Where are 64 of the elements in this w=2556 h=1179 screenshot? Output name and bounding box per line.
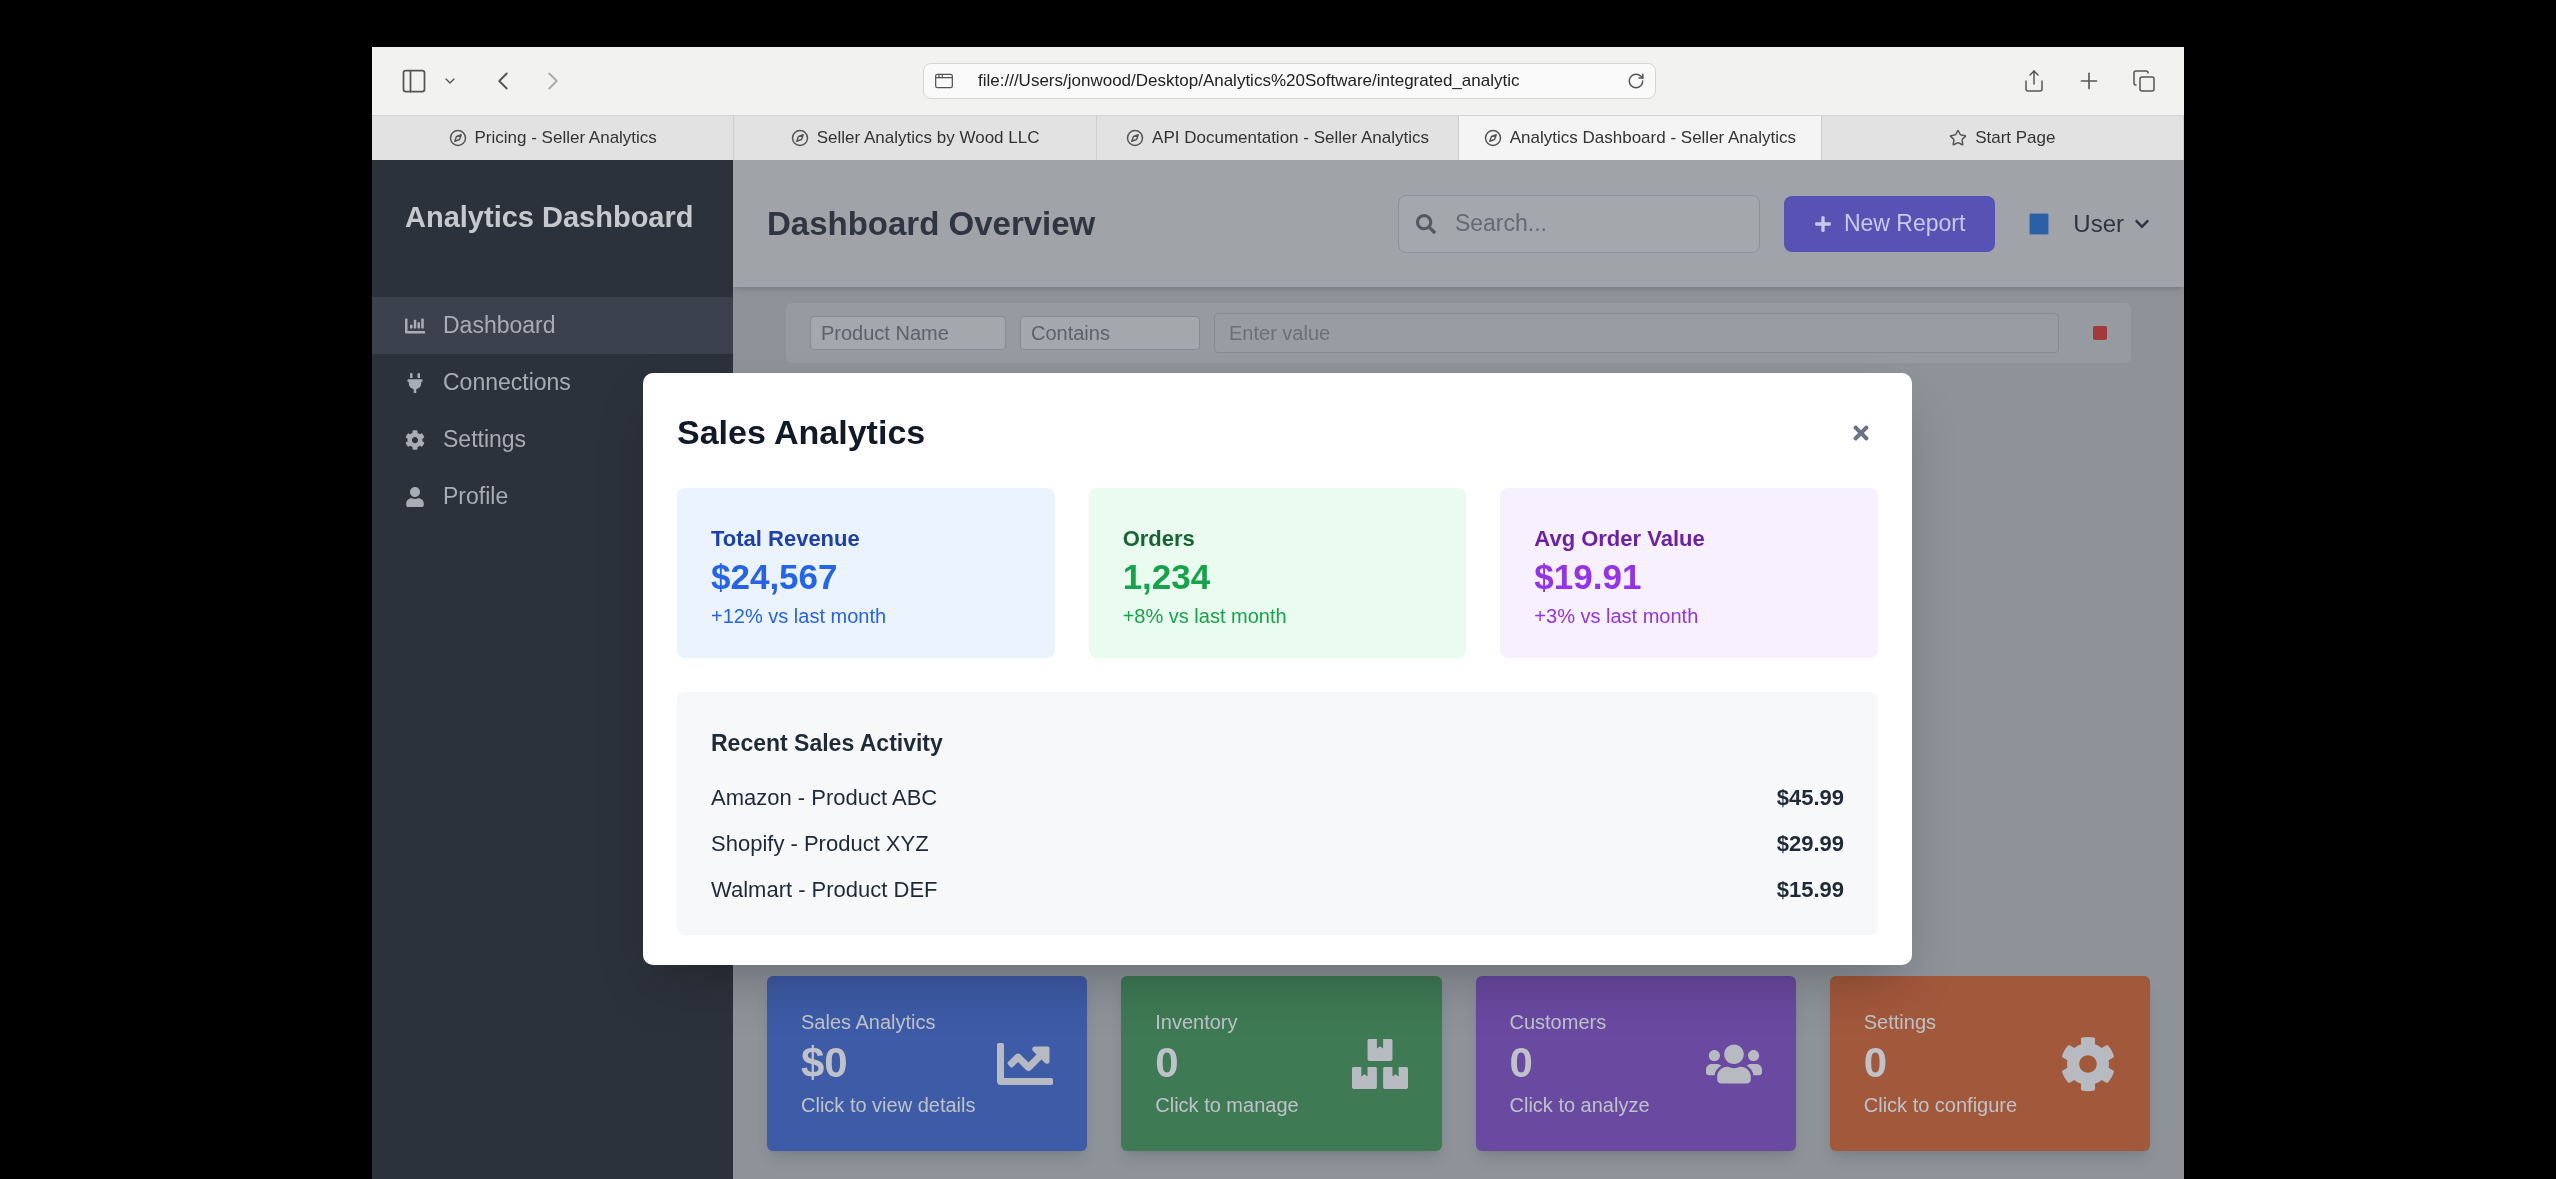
- search-field[interactable]: Search...: [1397, 194, 1760, 253]
- sale-name: Shopify - Product XYZ: [711, 830, 929, 858]
- plus-icon: [1813, 214, 1832, 233]
- sale-amount: $29.99: [1776, 830, 1844, 858]
- plug-icon: [405, 372, 425, 393]
- card-value: $0: [801, 1038, 849, 1089]
- url-text: file:///Users/jonwood/Desktop/Analytics%20Software/integrated_analytic: [978, 70, 1521, 93]
- share-icon[interactable]: [2022, 69, 2046, 93]
- sale-amount: $15.99: [1776, 876, 1844, 904]
- browser-tab[interactable]: Pricing - Seller Analytics: [372, 116, 735, 160]
- stat-value: $24,567: [711, 556, 839, 598]
- card-value: 0: [1155, 1038, 1180, 1089]
- browser-tab[interactable]: API Documentation - Seller Analytics: [1096, 116, 1460, 160]
- card-caption: Click to configure: [1863, 1092, 2018, 1118]
- star-icon: [1949, 129, 1968, 147]
- summary-card[interactable]: Customers 0 Click to analyze: [1475, 976, 1796, 1151]
- sidebar-toggle-icon[interactable]: [400, 67, 428, 95]
- new-report-button[interactable]: New Report: [1783, 195, 1996, 252]
- sidebar-title: Analytics Dashboard: [404, 200, 695, 235]
- card-title: Sales Analytics: [801, 1010, 937, 1036]
- compass-icon: [790, 129, 809, 147]
- compass-icon: [1483, 129, 1502, 147]
- browser-tab[interactable]: Seller Analytics by Wood LLC: [734, 116, 1097, 160]
- stat-label: Total Revenue: [711, 525, 861, 553]
- stat-change: +12% vs last month: [711, 603, 888, 629]
- dialog-title: Sales Analytics: [677, 412, 926, 453]
- stat-change: +3% vs last month: [1534, 603, 1700, 629]
- summary-card[interactable]: Settings 0 Click to configure: [1829, 976, 2150, 1151]
- gear-icon: [2060, 1035, 2116, 1092]
- card-title: Inventory: [1155, 1010, 1239, 1036]
- gear-icon: [405, 429, 425, 450]
- sale-name: Amazon - Product ABC: [711, 784, 938, 812]
- stat-value: $19.91: [1534, 556, 1643, 598]
- browser-tab[interactable]: Start Page: [1821, 116, 2185, 160]
- browser-tab[interactable]: Analytics Dashboard - Seller Analytics: [1459, 116, 1822, 160]
- stat-label: Orders: [1122, 525, 1196, 553]
- stat-value: 1,234: [1122, 556, 1212, 598]
- summary-card[interactable]: Sales Analytics $0 Click to view details: [767, 976, 1088, 1151]
- sale-amount: $45.99: [1776, 784, 1844, 812]
- card-title: Settings: [1863, 1010, 1937, 1036]
- compass-icon: [448, 129, 467, 147]
- tabs-overview-icon[interactable]: [2132, 69, 2156, 93]
- panel-title: Recent Sales Activity: [711, 729, 944, 758]
- stat-label: Avg Order Value: [1534, 525, 1706, 553]
- sidebar-item[interactable]: Dashboard: [372, 297, 733, 354]
- card-caption: Click to view details: [801, 1092, 976, 1118]
- address-bar[interactable]: file:///Users/jonwood/Desktop/Analytics%20Software/integrated_analytic: [923, 63, 1656, 99]
- card-value: 0: [1863, 1038, 1889, 1089]
- person-icon: [405, 486, 425, 507]
- card-caption: Click to manage: [1155, 1092, 1299, 1118]
- sidebar-item[interactable]: Profile: [372, 468, 733, 525]
- card-title: Customers: [1509, 1010, 1608, 1036]
- page-icon: [934, 71, 954, 91]
- summary-card[interactable]: Inventory 0 Click to manage: [1121, 976, 1442, 1151]
- card-caption: Click to analyze: [1509, 1092, 1650, 1118]
- page-title: Dashboard Overview: [767, 203, 1096, 244]
- user-menu[interactable]: User: [2073, 205, 2150, 242]
- search-icon: [1415, 213, 1436, 234]
- card-value: 0: [1509, 1038, 1534, 1089]
- sidebar-item[interactable]: Connections: [372, 354, 733, 411]
- reload-icon[interactable]: [1627, 72, 1645, 90]
- sale-name: Walmart - Product DEF: [711, 876, 938, 904]
- stat-change: +8% vs last month: [1122, 603, 1288, 629]
- compass-icon: [1126, 129, 1145, 147]
